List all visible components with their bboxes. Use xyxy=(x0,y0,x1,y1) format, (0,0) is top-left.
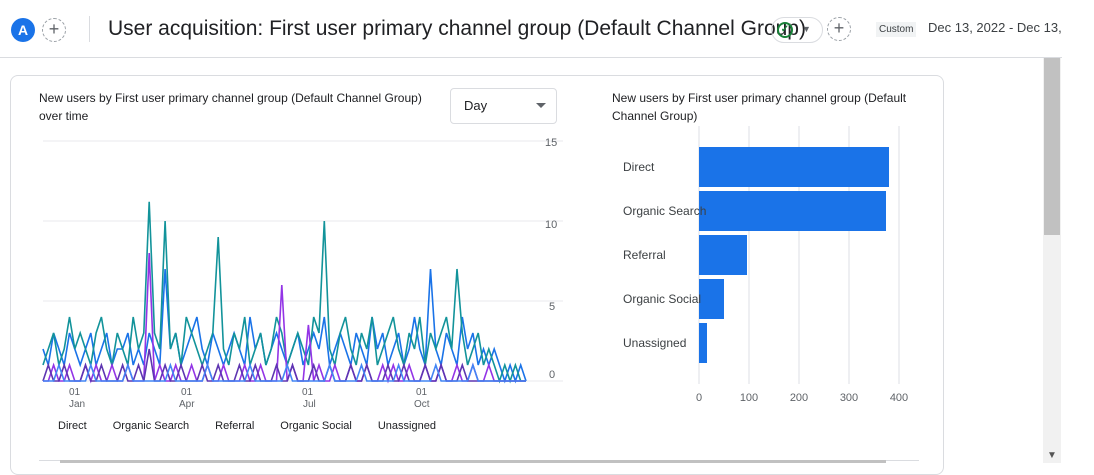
report-status-dropdown[interactable]: ✓ ▼ xyxy=(771,17,823,43)
category-label: Unassigned xyxy=(623,336,686,350)
bar-chart-title: New users by First user primary channel … xyxy=(612,91,907,123)
legend-item[interactable]: Direct xyxy=(58,420,87,432)
legend-item[interactable]: Referral xyxy=(215,420,254,432)
line-chart: 15 10 5 0 01 Jan 01 Apr 01 Jul 01 Oct xyxy=(42,137,563,410)
y-tick: 5 xyxy=(549,301,555,313)
x-tick-day: 01 xyxy=(181,387,193,398)
x-tick-month: Oct xyxy=(414,399,430,410)
bar-referral[interactable] xyxy=(699,235,747,275)
scrollbar-thumb[interactable] xyxy=(1044,58,1060,235)
charts-card: New users by First user primary channel … xyxy=(10,75,944,475)
page-margin xyxy=(1062,0,1094,463)
y-tick: 15 xyxy=(545,137,557,149)
custom-badge: Custom xyxy=(876,22,917,37)
x-tick: 300 xyxy=(840,392,858,404)
scroll-down-arrow-icon[interactable]: ▼ xyxy=(1047,450,1057,461)
comparison-avatar[interactable]: A xyxy=(11,18,35,42)
legend-item[interactable]: Organic Search xyxy=(113,420,189,432)
line-chart-legend: Direct Organic Search Referral Organic S… xyxy=(58,420,462,432)
y-tick: 10 xyxy=(545,219,557,231)
add-button[interactable]: + xyxy=(827,17,851,41)
x-tick-month: Jul xyxy=(303,399,316,410)
bar-direct[interactable] xyxy=(699,147,889,187)
x-tick-day: 01 xyxy=(69,387,81,398)
bar-chart: Direct Organic Search Referral Organic Soci… xyxy=(623,126,908,404)
x-tick-day: 01 xyxy=(302,387,314,398)
legend-item[interactable]: Organic Social xyxy=(280,420,352,432)
add-comparison-button[interactable]: + xyxy=(42,18,66,42)
chevron-down-icon: ▼ xyxy=(802,24,811,34)
category-label: Organic Search xyxy=(623,204,706,218)
bar-unassigned[interactable] xyxy=(699,323,707,363)
report-header: A + User acquisition: First user primary… xyxy=(0,0,1094,58)
x-tick: 200 xyxy=(790,392,808,404)
x-tick-month: Jan xyxy=(69,399,85,410)
x-tick: 0 xyxy=(696,392,702,404)
page-title: User acquisition: First user primary cha… xyxy=(108,17,806,40)
x-tick: 100 xyxy=(740,392,758,404)
legend-item[interactable]: Unassigned xyxy=(378,420,436,432)
category-label: Referral xyxy=(623,248,666,262)
x-tick-day: 01 xyxy=(416,387,428,398)
bar-organic-social[interactable] xyxy=(699,279,724,319)
category-label: Organic Social xyxy=(623,292,701,306)
vertical-scrollbar[interactable]: ▼ xyxy=(1043,58,1061,463)
bar-organic-search[interactable] xyxy=(699,191,886,231)
x-tick-month: Apr xyxy=(179,399,195,410)
x-tick: 400 xyxy=(890,392,908,404)
category-label: Direct xyxy=(623,160,655,174)
check-circle-icon: ✓ xyxy=(777,22,793,38)
y-tick: 0 xyxy=(549,369,555,381)
divider xyxy=(89,16,90,42)
